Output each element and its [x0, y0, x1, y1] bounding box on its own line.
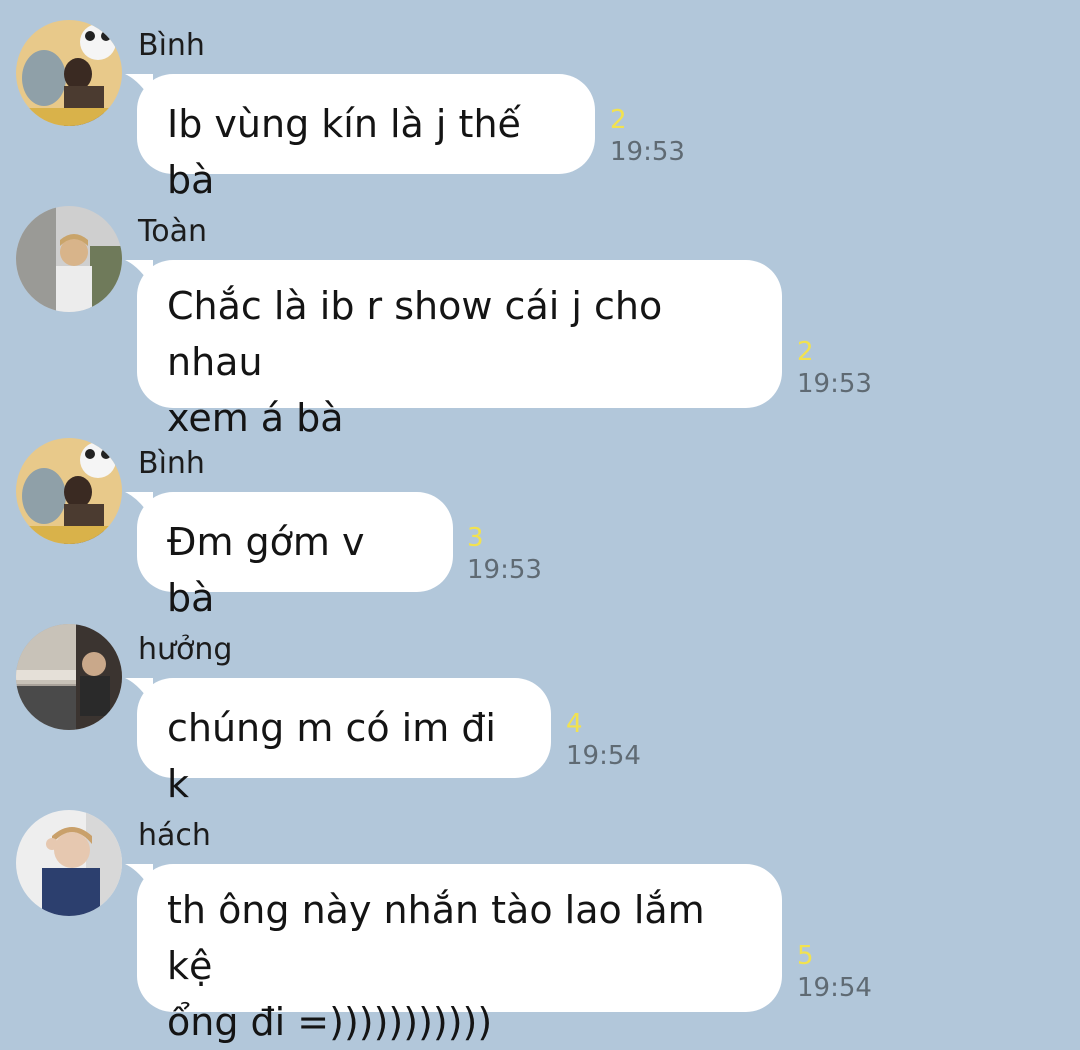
read-count: 2: [797, 337, 814, 367]
bubble-tail: [125, 492, 153, 520]
message-text: chúng m có im đi k: [167, 706, 496, 806]
bubble-tail: [125, 864, 153, 892]
timestamp: 19:53: [610, 137, 685, 167]
timestamp: 19:53: [467, 555, 542, 585]
message-meta: 2 19:53: [797, 338, 872, 402]
avatar[interactable]: [16, 20, 122, 126]
message-bubble[interactable]: Ib vùng kín là j thế bà: [125, 74, 595, 202]
message-text: Ib vùng kín là j thế bà: [167, 102, 521, 202]
timestamp: 19:54: [797, 973, 872, 1003]
message-text: Đm gớm v bà: [167, 520, 365, 620]
sender-name: hách: [138, 818, 211, 853]
sender-name: hưởng: [138, 632, 233, 667]
read-count: 4: [566, 709, 583, 739]
read-count: 5: [797, 941, 814, 971]
sender-name: Bình: [138, 28, 205, 63]
avatar[interactable]: [16, 624, 122, 730]
sender-name: Toàn: [138, 214, 207, 249]
message-bubble[interactable]: chúng m có im đi k: [125, 678, 551, 806]
bubble-tail: [125, 74, 153, 102]
message-meta: 2 19:53: [610, 106, 685, 170]
message-bubble[interactable]: th ông này nhắn tào lao lắm kệ ổng đi =)…: [125, 864, 782, 1044]
timestamp: 19:53: [797, 369, 872, 399]
message-bubble[interactable]: Chắc là ib r show cái j cho nhau xem á b…: [125, 260, 782, 440]
sender-name: Bình: [138, 446, 205, 481]
timestamp: 19:54: [566, 741, 641, 771]
avatar[interactable]: [16, 438, 122, 544]
read-count: 2: [610, 105, 627, 135]
message-bubble[interactable]: Đm gớm v bà: [125, 492, 453, 620]
bubble-tail: [125, 678, 153, 706]
message-meta: 4 19:54: [566, 710, 641, 774]
bubble-tail: [125, 260, 153, 288]
avatar[interactable]: [16, 206, 122, 312]
message-meta: 3 19:53: [467, 524, 542, 588]
message-text: th ông này nhắn tào lao lắm kệ ổng đi =)…: [167, 888, 705, 1044]
message-text: Chắc là ib r show cái j cho nhau xem á b…: [167, 284, 663, 440]
read-count: 3: [467, 523, 484, 553]
message-meta: 5 19:54: [797, 942, 872, 1006]
avatar[interactable]: [16, 810, 122, 916]
